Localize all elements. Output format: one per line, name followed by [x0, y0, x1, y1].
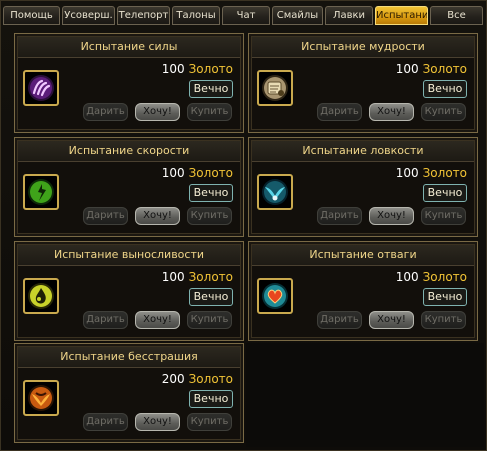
duration-badge: Вечно — [423, 80, 467, 98]
item-card-fearlessness: Испытание бесстрашия 200 Золото Вечно Дар… — [14, 343, 244, 443]
item-title: Испытание скорости — [18, 141, 240, 162]
strength-claw-icon — [23, 70, 59, 106]
item-title: Испытание бесстрашия — [18, 347, 240, 368]
shop-window: Помощь Усоверш. Телепорт Талоны Чат Смай… — [0, 0, 487, 451]
gift-button[interactable]: Дарить — [83, 311, 128, 329]
duration-badge: Вечно — [423, 288, 467, 306]
gift-button[interactable]: Дарить — [317, 207, 362, 225]
courage-heart-icon — [257, 278, 293, 314]
price: 100 Золото — [395, 166, 467, 180]
want-button[interactable]: Хочу! — [135, 413, 180, 431]
gift-button[interactable]: Дарить — [317, 311, 362, 329]
tab-bar: Помощь Усоверш. Телепорт Талоны Чат Смай… — [3, 6, 486, 26]
wisdom-scroll-icon — [257, 70, 293, 106]
want-button[interactable]: Хочу! — [369, 103, 414, 121]
duration-badge: Вечно — [189, 184, 233, 202]
agility-wings-icon — [257, 174, 293, 210]
gift-button[interactable]: Дарить — [83, 103, 128, 121]
gift-button[interactable]: Дарить — [317, 103, 362, 121]
buy-button[interactable]: Купить — [187, 103, 232, 121]
want-button[interactable]: Хочу! — [135, 103, 180, 121]
item-title: Испытание силы — [18, 37, 240, 58]
item-title: Испытание выносливости — [18, 245, 240, 266]
tab-smileys[interactable]: Смайлы — [272, 6, 323, 25]
buy-button[interactable]: Купить — [187, 413, 232, 431]
price: 100 Золото — [161, 270, 233, 284]
tab-chat[interactable]: Чат — [222, 6, 270, 25]
price: 100 Золото — [395, 270, 467, 284]
price: 100 Золото — [395, 62, 467, 76]
want-button[interactable]: Хочу! — [369, 311, 414, 329]
speed-runner-icon — [23, 174, 59, 210]
tab-teleport[interactable]: Телепорт — [117, 6, 170, 25]
duration-badge: Вечно — [189, 80, 233, 98]
tab-trials[interactable]: Испытания — [375, 6, 428, 25]
duration-badge: Вечно — [423, 184, 467, 202]
item-card-agility: Испытание ловкости 100 Золото Вечно Дарит… — [248, 137, 478, 237]
tab-all[interactable]: Все — [430, 6, 483, 25]
fearless-bird-icon — [23, 380, 59, 416]
want-button[interactable]: Хочу! — [369, 207, 414, 225]
tab-help[interactable]: Помощь — [3, 6, 60, 25]
duration-badge: Вечно — [189, 390, 233, 408]
item-card-speed: Испытание скорости 100 Золото Вечно Дарит… — [14, 137, 244, 237]
want-button[interactable]: Хочу! — [135, 311, 180, 329]
tab-coupons[interactable]: Талоны — [172, 6, 220, 25]
item-title: Испытание мудрости — [252, 37, 474, 58]
tab-upgrades[interactable]: Усоверш. — [62, 6, 115, 25]
want-button[interactable]: Хочу! — [135, 207, 180, 225]
buy-button[interactable]: Купить — [187, 311, 232, 329]
duration-badge: Вечно — [189, 288, 233, 306]
gift-button[interactable]: Дарить — [83, 413, 128, 431]
buy-button[interactable]: Купить — [421, 207, 466, 225]
empty-slot — [246, 343, 484, 447]
buy-button[interactable]: Купить — [421, 311, 466, 329]
tab-shops[interactable]: Лавки — [325, 6, 373, 25]
item-card-strength: Испытание силы 100 Золото Вечно Дарить Хо… — [14, 33, 244, 133]
price: 100 Золото — [161, 62, 233, 76]
price: 200 Золото — [161, 372, 233, 386]
buy-button[interactable]: Купить — [421, 103, 466, 121]
price: 100 Золото — [161, 166, 233, 180]
item-card-stamina: Испытание выносливости 100 Золото Вечно Д… — [14, 241, 244, 341]
item-card-wisdom: Испытание мудрости 100 Золото Вечно Дарит… — [248, 33, 478, 133]
buy-button[interactable]: Купить — [187, 207, 232, 225]
item-title: Испытание отваги — [252, 245, 474, 266]
item-card-courage: Испытание отваги 100 Золото Вечно Дарить … — [248, 241, 478, 341]
gift-button[interactable]: Дарить — [83, 207, 128, 225]
stamina-drop-icon — [23, 278, 59, 314]
item-title: Испытание ловкости — [252, 141, 474, 162]
